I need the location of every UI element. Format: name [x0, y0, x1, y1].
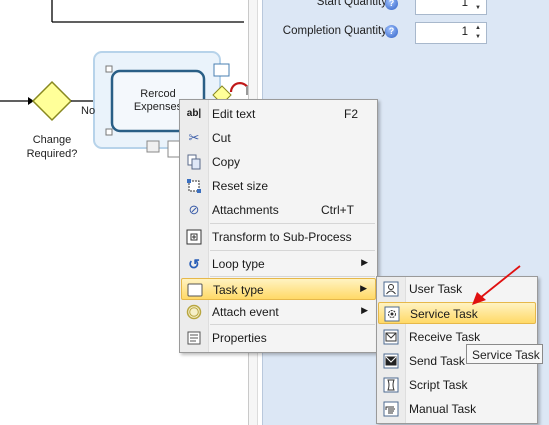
- resize-handle: [105, 65, 113, 73]
- copy-icon: [186, 154, 202, 170]
- menu-item-transform-subprocess[interactable]: Transform to Sub-Process: [181, 226, 376, 248]
- submenu-arrow-icon: ▶: [361, 305, 368, 315]
- menu-item-label: Send Task: [409, 354, 465, 368]
- menu-item-label: Receive Task: [409, 330, 481, 344]
- completion-quantity-label: Completion Quantity: [282, 25, 387, 37]
- menu-item-label: Attach event: [212, 305, 279, 319]
- edit-text-icon: ab|: [186, 108, 202, 119]
- menu-item-edit-text[interactable]: ab| Edit text F2: [181, 103, 376, 125]
- help-icon[interactable]: ?: [385, 0, 398, 10]
- menu-separator: [210, 223, 375, 224]
- flow-label: No: [81, 105, 96, 117]
- menu-item-label: Reset size: [212, 179, 269, 193]
- context-menu: ab| Edit text F2 ✂ Cut Copy Reset size ⊘…: [179, 99, 378, 353]
- start-quantity-stepper[interactable]: 1 ▲▼: [415, 0, 487, 15]
- manual-task-icon: [383, 401, 399, 417]
- completion-quantity-value: 1: [461, 26, 468, 38]
- paperclip-icon: ⊘: [188, 202, 200, 217]
- menu-separator: [210, 250, 375, 251]
- menu-item-label: Copy: [212, 155, 241, 169]
- menu-item-reset-size[interactable]: Reset size: [181, 175, 376, 197]
- quick-add-task-icon: [213, 63, 230, 77]
- menu-item-label: Script Task: [409, 378, 468, 392]
- submenu-item-script-task[interactable]: Script Task: [378, 374, 536, 396]
- menu-item-copy[interactable]: Copy: [181, 151, 376, 173]
- user-task-icon: [383, 281, 399, 297]
- properties-icon: [186, 330, 202, 346]
- menu-item-label: Service Task: [410, 307, 478, 321]
- script-task-icon: [383, 377, 399, 393]
- menu-item-shortcut: Ctrl+T: [321, 203, 354, 217]
- menu-item-attach-event[interactable]: Attach event ▶: [181, 301, 376, 323]
- scissors-icon: ✂: [188, 130, 200, 145]
- menu-item-label: Manual Task: [409, 402, 477, 416]
- service-task-icon: [384, 306, 400, 322]
- resize-handle: [105, 128, 113, 136]
- gateway-shape: [31, 80, 73, 122]
- menu-item-label: Edit text: [212, 107, 256, 121]
- task-icon: [187, 282, 203, 298]
- menu-item-task-type[interactable]: Task type ▶: [181, 278, 376, 300]
- menu-item-properties[interactable]: Properties: [181, 327, 376, 349]
- submenu-item-manual-task[interactable]: Manual Task: [378, 398, 536, 420]
- gateway-label: Change Required?: [26, 134, 78, 160]
- menu-item-label: Task type: [213, 283, 264, 297]
- help-icon[interactable]: ?: [385, 25, 398, 38]
- menu-item-label: Properties: [212, 331, 267, 345]
- menu-separator: [210, 324, 375, 325]
- annotation-arrow-icon: [472, 265, 521, 305]
- stepper-arrows-icon[interactable]: ▲▼: [472, 24, 484, 42]
- submenu-arrow-icon: ▶: [361, 257, 368, 267]
- event-circle-icon: [186, 304, 202, 320]
- menu-item-cut[interactable]: ✂ Cut: [181, 127, 376, 149]
- subprocess-icon: [186, 229, 202, 245]
- quick-add-end-event-icon: [229, 82, 249, 93]
- menu-item-loop-type[interactable]: ↺ Loop type ▶: [181, 253, 376, 275]
- loop-icon: ↺: [188, 256, 200, 272]
- menu-item-label: User Task: [409, 282, 463, 296]
- quick-add-annotation-icon: [146, 140, 160, 153]
- menu-item-label: Cut: [212, 131, 231, 145]
- menu-separator: [210, 276, 375, 277]
- menu-item-label: Transform to Sub-Process: [212, 230, 352, 244]
- completion-quantity-stepper[interactable]: 1 ▲ ▼: [415, 22, 487, 44]
- menu-item-label: Loop type: [212, 257, 265, 271]
- start-quantity-value: 1: [461, 0, 468, 9]
- submenu-arrow-icon: ▶: [360, 283, 367, 293]
- start-quantity-label: Start Quantity: [316, 0, 387, 8]
- menu-item-shortcut: F2: [344, 107, 359, 121]
- send-task-icon: [383, 353, 399, 369]
- menu-item-label: Attachments: [212, 203, 279, 217]
- stepper-arrows-icon[interactable]: ▲▼: [472, 0, 484, 13]
- reset-size-icon: [186, 178, 202, 194]
- menu-item-attachments[interactable]: ⊘ Attachments Ctrl+T: [181, 199, 376, 221]
- tooltip: Service Task: [466, 344, 543, 364]
- receive-task-icon: [383, 329, 399, 345]
